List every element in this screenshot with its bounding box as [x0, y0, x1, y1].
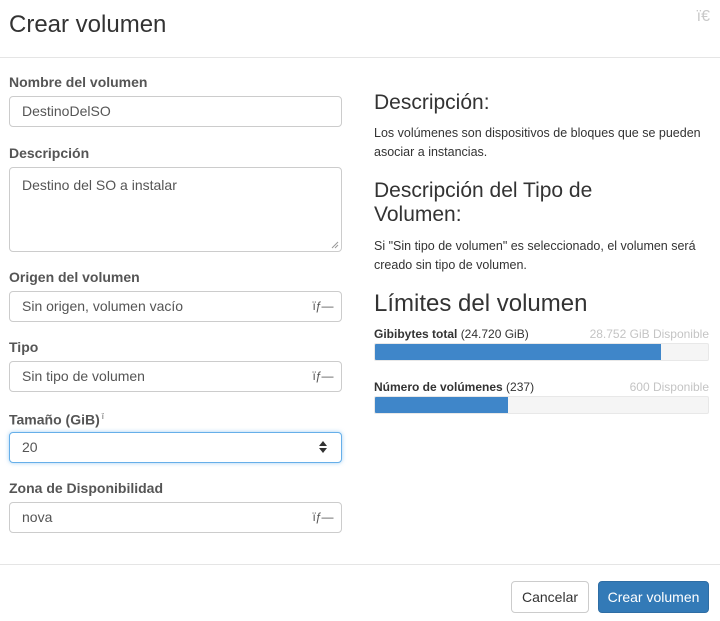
volume-size-label-text: Tamaño (GiB)	[9, 411, 100, 428]
quota-gibibytes-bar	[374, 343, 709, 361]
volume-size-label: Tamaño (GiB) ï	[9, 408, 104, 429]
quota-label: Gibibytes total	[374, 327, 458, 341]
quota-available: 600 Disponible	[629, 380, 709, 394]
create-volume-button[interactable]: Crear volumen	[598, 581, 709, 613]
info-icon[interactable]: ï	[102, 412, 104, 421]
volume-type-label: Tipo	[9, 339, 39, 355]
quota-used: (237)	[506, 380, 535, 394]
description-heading: Descripción:	[374, 91, 490, 114]
volume-source-label: Origen del volumen	[9, 269, 140, 285]
volume-size-value: 20	[22, 439, 38, 455]
volume-source-value: Sin origen, volumen vacío	[22, 298, 184, 314]
description-help-text: Los volúmenes son dispositivos de bloque…	[374, 126, 701, 159]
volume-type-heading: Descripción del Tipo de Volumen:	[374, 179, 593, 226]
cancel-button[interactable]: Cancelar	[511, 581, 589, 613]
chevron-down-icon: ïƒ—	[312, 369, 333, 383]
number-spinner-icon[interactable]	[319, 440, 327, 454]
chevron-down-icon: ïƒ—	[312, 510, 333, 524]
volume-size-input[interactable]: 20	[9, 432, 342, 463]
description-value: Destino del SO a instalar	[22, 177, 177, 193]
resize-handle-icon[interactable]	[331, 241, 339, 249]
quota-label: Número de volúmenes	[374, 380, 503, 394]
volume-name-input[interactable]: DestinoDelSO	[9, 96, 342, 127]
quota-gibibytes-row: Gibibytes total (24.720 GiB) 28.752 GiB …	[374, 326, 709, 342]
quota-available: 28.752 GiB Disponible	[589, 327, 709, 341]
volume-type-value: Sin tipo de volumen	[22, 368, 145, 384]
availability-zone-value: nova	[22, 509, 53, 525]
modal-header: Crear volumen ï€	[0, 0, 720, 58]
description-textarea[interactable]: Destino del SO a instalar	[9, 167, 342, 252]
quota-bar-fill	[375, 397, 509, 413]
volume-source-select[interactable]: Sin origen, volumen vacío ïƒ—	[9, 291, 342, 322]
quota-bar-fill	[375, 344, 662, 360]
quota-volumes-bar	[374, 396, 709, 414]
modal-footer-divider	[0, 564, 720, 565]
quota-used: (24.720 GiB)	[460, 327, 529, 341]
chevron-down-icon: ïƒ—	[312, 299, 333, 313]
volume-name-label: Nombre del volumen	[9, 74, 148, 90]
availability-zone-label: Zona de Disponibilidad	[9, 480, 163, 496]
volume-type-help-text: Si "Sin tipo de volumen" es seleccionado…	[374, 239, 696, 272]
volume-type-select[interactable]: Sin tipo de volumen ïƒ—	[9, 361, 342, 392]
description-label: Descripción	[9, 145, 90, 161]
close-icon[interactable]: ï€	[697, 8, 710, 26]
availability-zone-select[interactable]: nova ïƒ—	[9, 502, 342, 533]
modal-title: Crear volumen	[9, 11, 167, 38]
quota-volumes-row: Número de volúmenes (237) 600 Disponible	[374, 379, 709, 395]
volume-limits-heading: Límites del volumen	[374, 290, 588, 317]
